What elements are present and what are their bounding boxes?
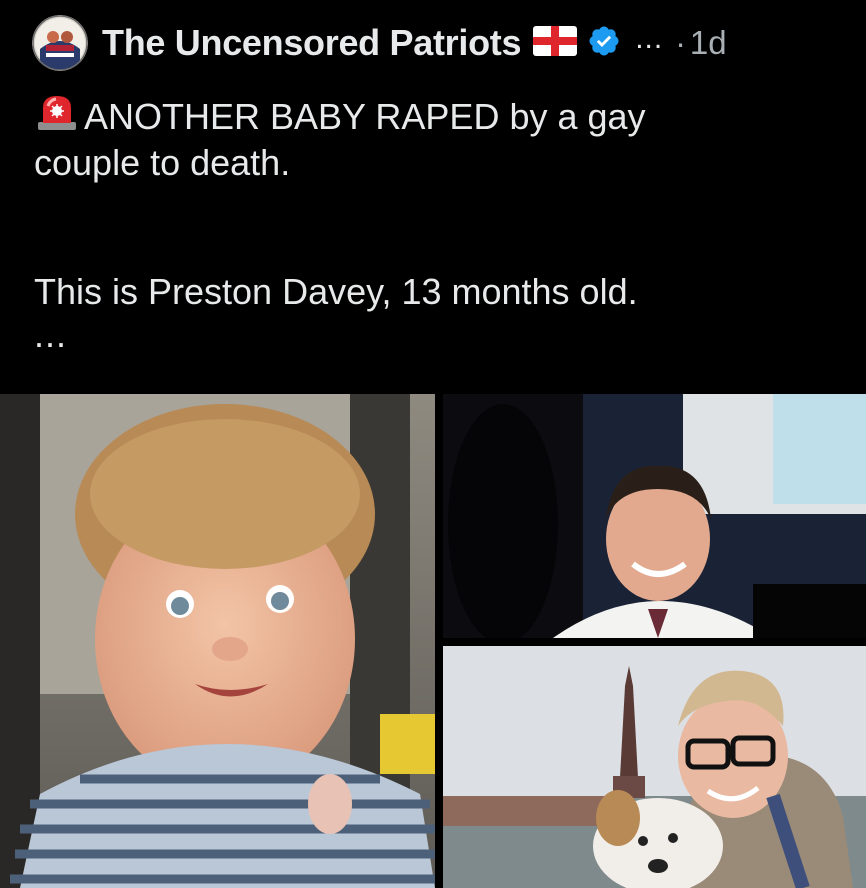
author-display-name[interactable]: The Uncensored Patriots: [102, 22, 522, 64]
post-text: ANOTHER BABY RAPED by a gay couple to de…: [34, 92, 834, 356]
post-text-line-2: couple to death.: [34, 142, 291, 183]
baby-photo[interactable]: [0, 394, 435, 888]
post-text-line-3: This is Preston Davey, 13 months old.: [34, 271, 638, 312]
post-header: The Uncensored Patriots ... · 1d: [32, 15, 842, 71]
media-grid[interactable]: [0, 394, 866, 888]
more-options-icon[interactable]: ...: [635, 22, 663, 56]
post-text-line-1: ANOTHER BABY RAPED by a gay: [34, 92, 834, 141]
man-with-dog-photo[interactable]: [443, 646, 866, 888]
post-timestamp[interactable]: 1d: [690, 24, 727, 62]
show-more-ellipsis[interactable]: ...: [34, 313, 834, 356]
separator-dot: ·: [675, 24, 686, 61]
man-in-shirt-photo[interactable]: [443, 394, 866, 638]
post-card[interactable]: The Uncensored Patriots ... · 1d ANOTHER…: [0, 0, 866, 888]
england-flag-icon: [533, 25, 578, 61]
police-siren-icon: [34, 92, 80, 141]
post-text-headline: ANOTHER BABY RAPED by a gay: [84, 96, 646, 137]
verified-badge-icon: [587, 24, 621, 63]
avatar[interactable]: [32, 15, 88, 71]
